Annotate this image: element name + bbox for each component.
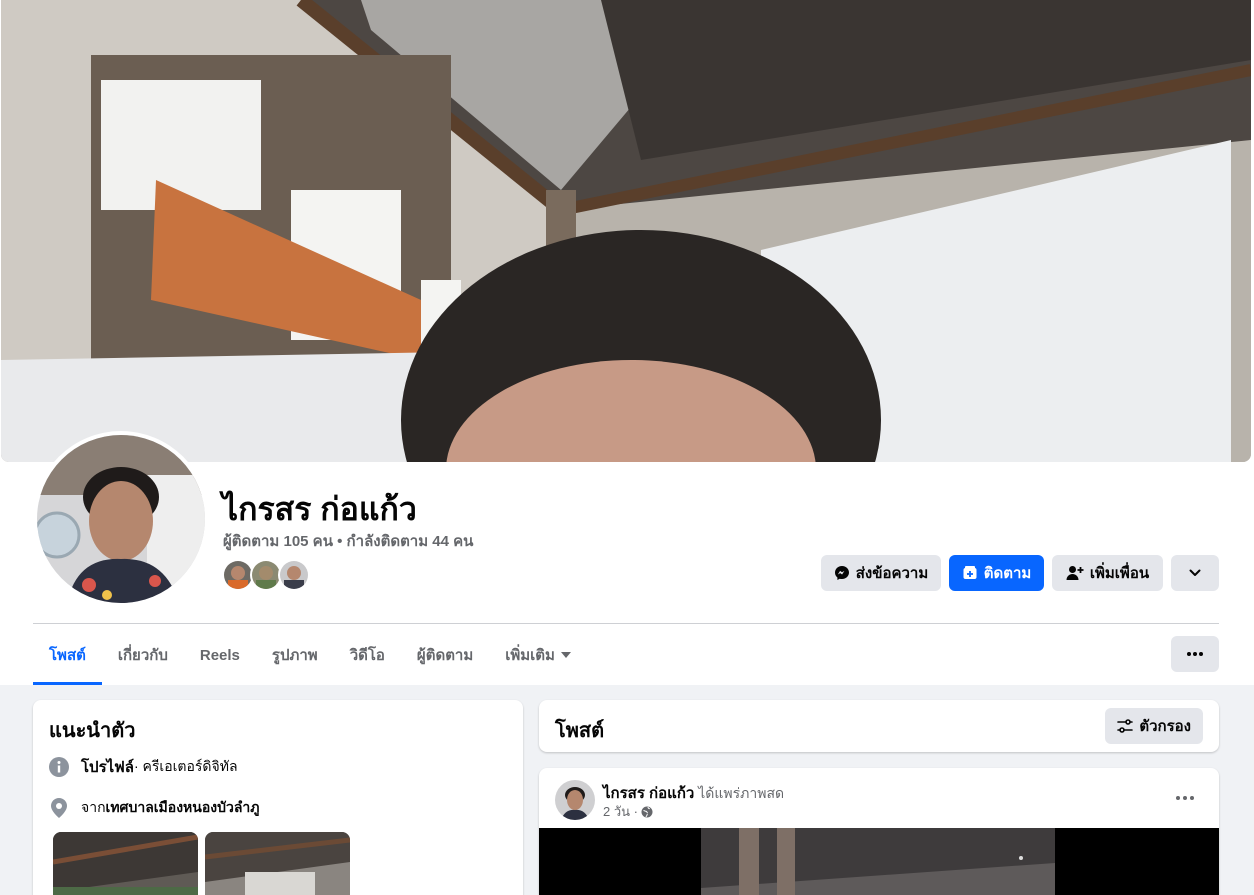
post-options-button[interactable]: [1165, 784, 1205, 812]
profile-tabs: โพสต์ เกี่ยวกับ Reels รูปภาพ วิดีโอ ผู้ต…: [33, 625, 587, 685]
caret-down-icon: [560, 652, 571, 658]
intro-from-place[interactable]: เทศบาลเมืองหนองบัวลำภู: [106, 797, 260, 819]
filter-label: ตัวกรอง: [1139, 718, 1191, 735]
tab-videos[interactable]: วิดีโอ: [334, 625, 401, 685]
tab-label: เกี่ยวกับ: [117, 647, 168, 664]
tab-label: รูปภาพ: [271, 647, 318, 664]
intro-card: แนะนำตัว โปรไฟล์ · ครีเอเตอร์ดิจิทัล จาก…: [33, 700, 523, 895]
info-icon: [49, 757, 69, 777]
posts-title: โพสต์: [555, 720, 605, 742]
follow-stats[interactable]: ผู้ติดตาม 105 คน • กำลังติดตาม 44 คน: [223, 529, 473, 553]
messenger-icon: [834, 566, 849, 580]
featured-photo[interactable]: [53, 832, 198, 895]
more-options-button[interactable]: [1171, 555, 1219, 591]
cover-photo[interactable]: [1, 0, 1251, 462]
post-meta: 2 วัน ·: [603, 801, 653, 822]
add-friend-button[interactable]: เพิ่มเพื่อน: [1052, 555, 1163, 591]
follow-label: ติดตาม: [983, 565, 1032, 582]
location-pin-icon: [49, 798, 69, 818]
tab-label: Reels: [199, 646, 240, 664]
filter-icon: [1117, 719, 1134, 733]
intro-title: แนะนำตัว: [49, 720, 136, 742]
tab-label: ผู้ติดตาม: [416, 647, 474, 664]
message-button[interactable]: ส่งข้อความ: [821, 555, 941, 591]
follower-avatar[interactable]: [278, 559, 310, 591]
globe-icon: [641, 806, 653, 817]
mutual-followers[interactable]: [222, 559, 310, 591]
profile-header: ไกรสร ก่อแก้ว ผู้ติดตาม 105 คน • กำลังติ…: [0, 0, 1254, 685]
add-friend-label: เพิ่มเพื่อน: [1089, 565, 1150, 582]
filter-button[interactable]: ตัวกรอง: [1105, 708, 1203, 744]
tab-photos[interactable]: รูปภาพ: [256, 625, 334, 685]
post-author-name[interactable]: ไกรสร ก่อแก้ว: [603, 785, 694, 802]
tab-reels[interactable]: Reels: [184, 625, 256, 685]
tab-more[interactable]: เพิ่มเติม: [489, 625, 587, 685]
ellipsis-icon: [1176, 796, 1194, 800]
post-action: ได้แพร่ภาพสด: [694, 785, 785, 801]
message-label: ส่งข้อความ: [855, 565, 929, 582]
tab-about[interactable]: เกี่ยวกับ: [102, 625, 184, 685]
post-card: ไกรสร ก่อแก้ว ได้แพร่ภาพสด 2 วัน ·: [539, 768, 1219, 895]
tab-label: เพิ่มเติม: [505, 647, 555, 664]
intro-profile-category: · ครีเอเตอร์ดิจิทัล: [134, 758, 238, 774]
intro-profile-label: โปรไฟล์: [81, 759, 134, 776]
post-video[interactable]: [539, 828, 1219, 895]
post-author-avatar[interactable]: [555, 780, 595, 820]
intro-from-row: จาก เทศบาลเมืองหนองบัวลำภู: [49, 797, 260, 819]
posts-header-card: โพสต์ ตัวกรอง: [539, 700, 1219, 752]
follow-icon: [963, 566, 977, 579]
profile-name: ไกรสร ก่อแก้ว: [222, 491, 417, 527]
follow-button[interactable]: ติดตาม: [949, 555, 1044, 591]
tab-followers[interactable]: ผู้ติดตาม: [401, 625, 489, 685]
tab-posts[interactable]: โพสต์: [33, 625, 102, 685]
post-time[interactable]: 2 วัน ·: [603, 801, 638, 822]
add-friend-icon: [1066, 566, 1084, 580]
intro-from-label: จาก: [81, 799, 106, 815]
tab-label: โพสต์: [49, 647, 86, 664]
chevron-down-icon: [1189, 569, 1201, 576]
ellipsis-icon: [1187, 652, 1203, 656]
tab-label: วิดีโอ: [349, 647, 385, 664]
profile-picture[interactable]: [33, 431, 209, 607]
featured-photo[interactable]: [205, 832, 350, 895]
header-divider: [33, 623, 1219, 624]
intro-profile-row: โปรไฟล์ · ครีเอเตอร์ดิจิทัล: [49, 755, 238, 779]
profile-more-button[interactable]: [1171, 636, 1219, 672]
